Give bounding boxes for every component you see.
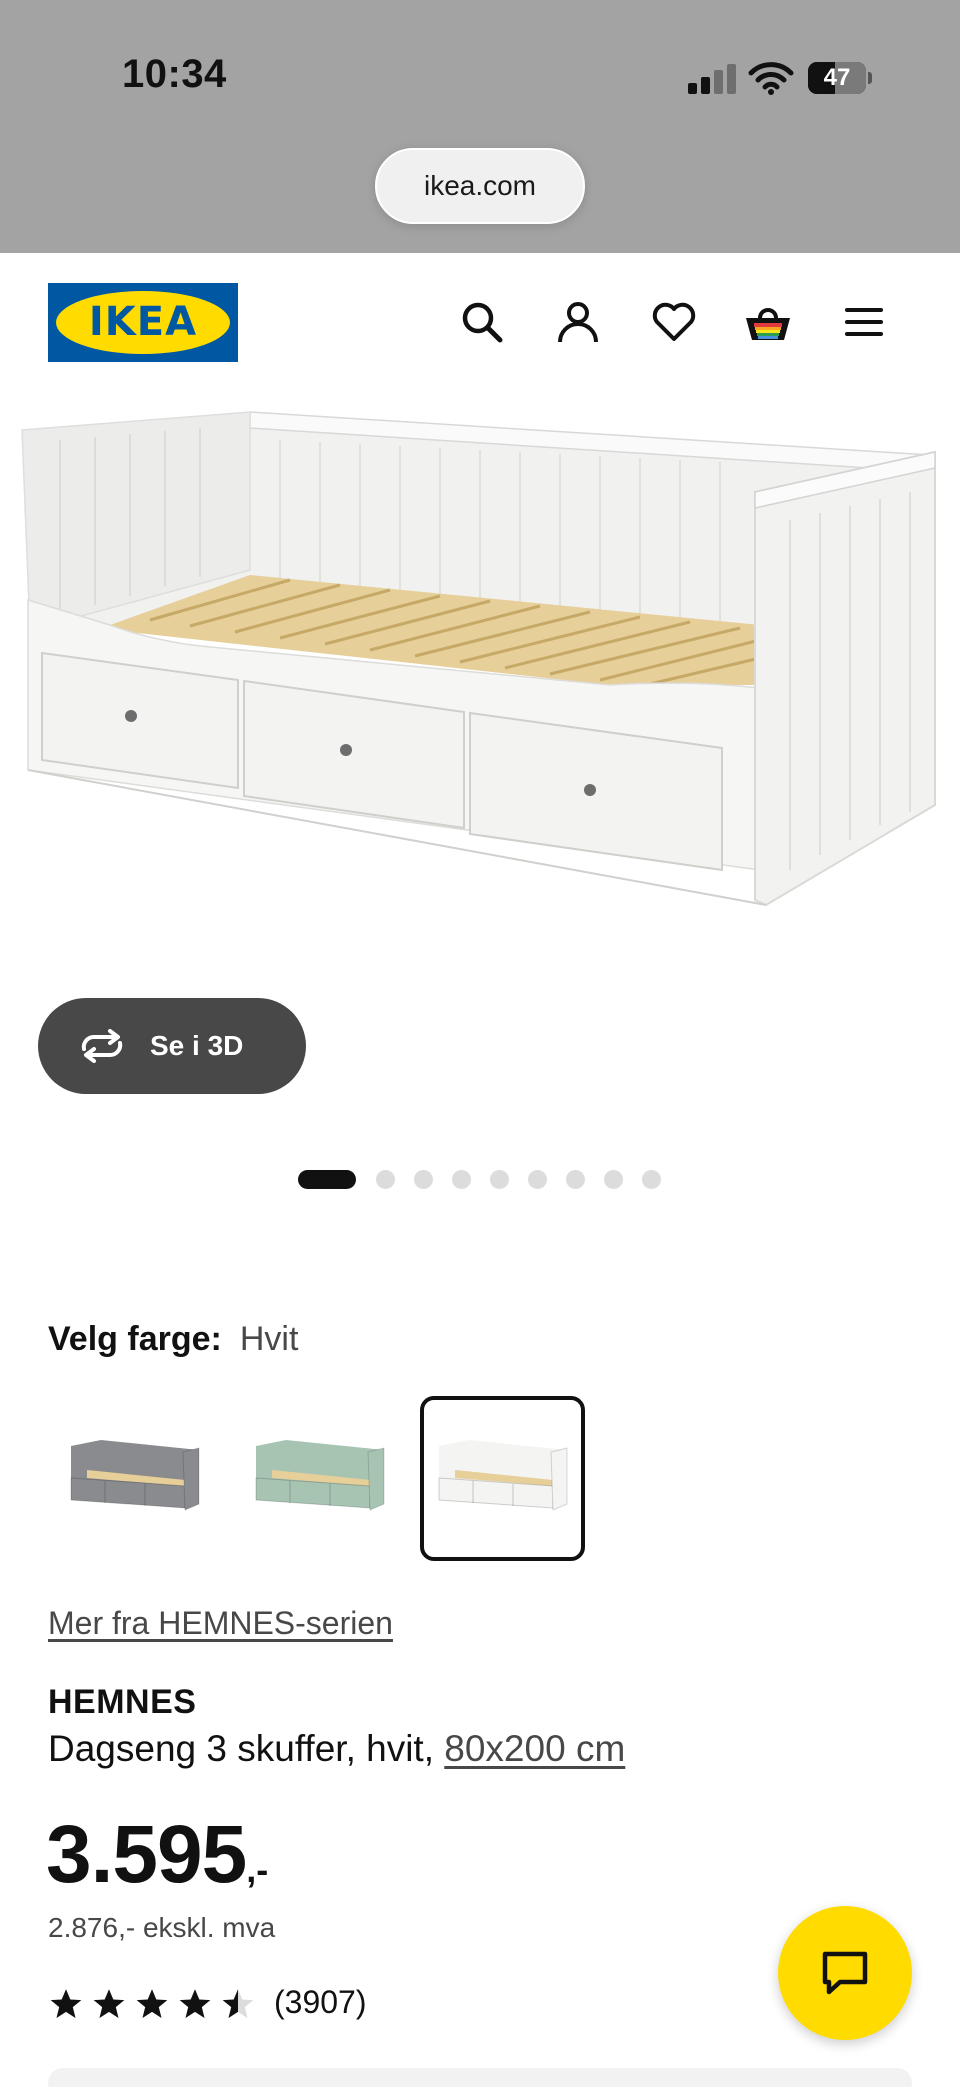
account-icon[interactable]: [548, 292, 608, 352]
swatch-image-grey: [70, 1439, 199, 1511]
swatch-image-green: [255, 1439, 384, 1511]
search-icon[interactable]: [452, 292, 512, 352]
address-bar[interactable]: ikea.com: [375, 148, 585, 224]
star-icon: [93, 1989, 125, 2019]
carousel-dot[interactable]: [298, 1170, 356, 1189]
carousel-dot[interactable]: [414, 1170, 433, 1189]
view-in-3d-button[interactable]: Se i 3D: [38, 998, 306, 1094]
price: 3.595,-: [46, 1808, 268, 1902]
rotate-3d-icon: [81, 1029, 123, 1063]
price-excl-vat: 2.876,- ekskl. mva: [48, 1912, 276, 1943]
color-swatch-white[interactable]: [420, 1396, 585, 1561]
series-link[interactable]: Mer fra HEMNES-serien: [48, 1605, 393, 1642]
battery-icon: 47: [808, 62, 872, 94]
image-carousel-indicator[interactable]: [298, 1170, 698, 1190]
carousel-dot[interactable]: [490, 1170, 509, 1189]
size-link[interactable]: 80x200 cm: [444, 1728, 625, 1769]
status-time: 10:34: [122, 52, 227, 96]
carousel-dot[interactable]: [604, 1170, 623, 1189]
star-icon: [50, 1989, 82, 2019]
color-label: Velg farge: Hvit: [48, 1320, 298, 1359]
next-section-edge: [48, 2068, 912, 2087]
color-swatch-grey[interactable]: [52, 1396, 217, 1561]
carousel-dot[interactable]: [376, 1170, 395, 1189]
carousel-dot[interactable]: [566, 1170, 585, 1189]
battery-level: 47: [823, 64, 851, 91]
carousel-dot[interactable]: [452, 1170, 471, 1189]
product-name: HEMNES: [48, 1683, 197, 1721]
review-count[interactable]: (3907): [274, 1984, 367, 2021]
carousel-dot[interactable]: [528, 1170, 547, 1189]
ikea-logo[interactable]: IKEA: [48, 283, 238, 362]
chat-icon: [822, 1951, 868, 1995]
swatch-image-white: [438, 1439, 567, 1511]
star-icon: [179, 1989, 211, 2019]
product-description: Dagseng 3 skuffer, hvit, 80x200 cm: [48, 1728, 625, 1770]
selected-color-value: Hvit: [239, 1320, 299, 1358]
product-description-text: Dagseng 3 skuffer, hvit,: [48, 1728, 434, 1769]
wifi-icon: [748, 62, 794, 95]
wishlist-heart-icon[interactable]: [644, 292, 704, 352]
carousel-dot[interactable]: [642, 1170, 661, 1189]
product-image-daybed[interactable]: [0, 400, 960, 1000]
view-in-3d-label: Se i 3D: [150, 1030, 244, 1061]
price-value: 3.595: [46, 1809, 247, 1900]
star-icon: [136, 1989, 168, 2019]
color-swatch-green[interactable]: [237, 1396, 402, 1561]
chat-button[interactable]: [778, 1906, 912, 2040]
menu-icon[interactable]: [834, 292, 894, 352]
color-label-title: Velg farge:: [48, 1320, 222, 1358]
price-suffix: ,-: [246, 1849, 269, 1890]
rating-stars[interactable]: [48, 1986, 263, 2022]
shopping-bag-icon[interactable]: [738, 292, 798, 352]
star-icon: [222, 1989, 254, 2019]
cellular-signal-icon: [688, 64, 736, 94]
